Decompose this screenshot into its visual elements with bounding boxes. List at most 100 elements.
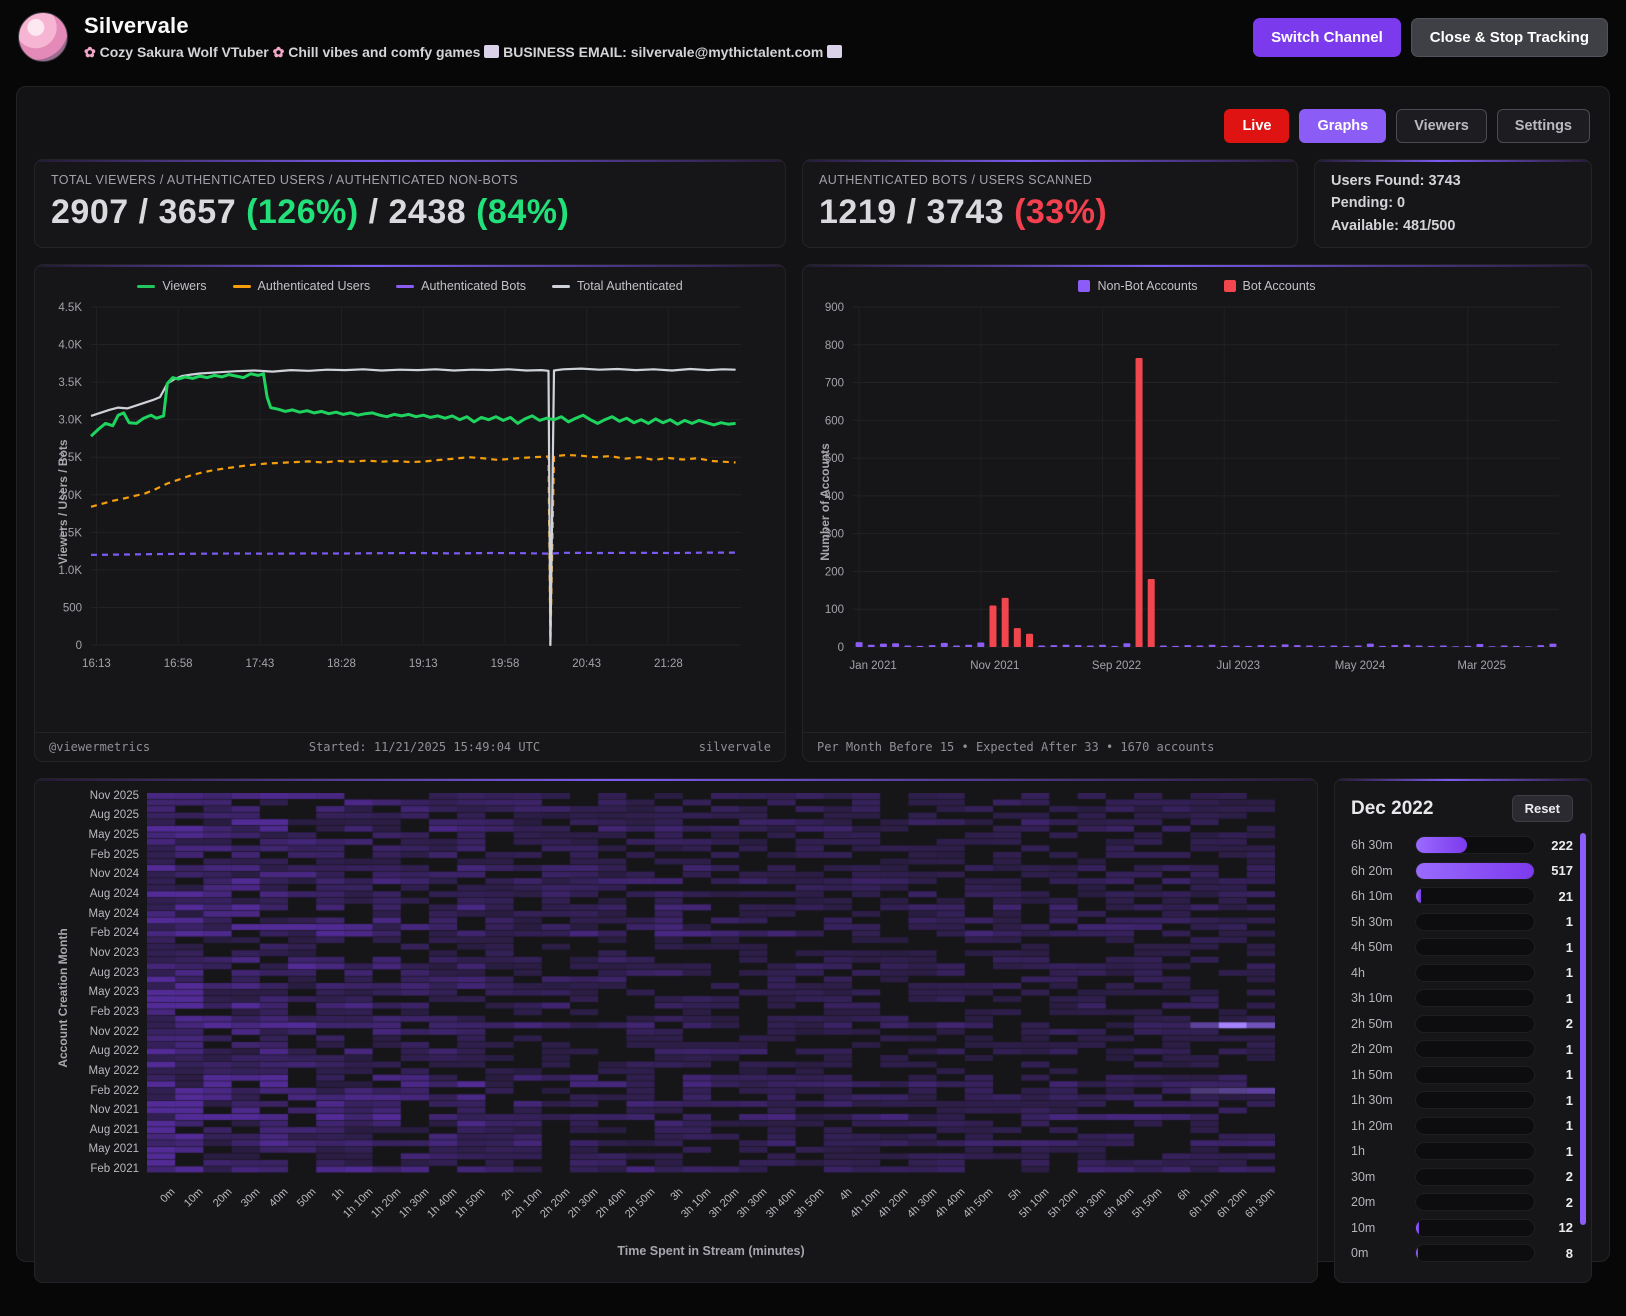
heatmap-y-tick: Feb 2023 bbox=[90, 1006, 139, 1018]
legend-label: Viewers bbox=[162, 279, 206, 293]
panel-scrollbar[interactable] bbox=[1580, 833, 1586, 1225]
duration-bar bbox=[1415, 1066, 1535, 1084]
heatmap-x-tick: 2h 30m bbox=[566, 1186, 600, 1220]
reset-button[interactable]: Reset bbox=[1512, 795, 1573, 822]
heatmap-y-tick: Nov 2021 bbox=[90, 1104, 139, 1116]
duration-label: 0m bbox=[1351, 1246, 1407, 1260]
heatmap-x-tick: 5h bbox=[1006, 1186, 1023, 1203]
legend-item[interactable]: Bot Accounts bbox=[1224, 279, 1316, 293]
tab-viewers[interactable]: Viewers bbox=[1396, 109, 1487, 143]
duration-label: 2h 50m bbox=[1351, 1017, 1407, 1031]
duration-row[interactable]: 0m8 bbox=[1351, 1244, 1573, 1262]
duration-label: 2h 20m bbox=[1351, 1042, 1407, 1056]
close-stop-tracking-button[interactable]: Close & Stop Tracking bbox=[1411, 18, 1608, 57]
duration-row[interactable]: 6h 20m517 bbox=[1351, 862, 1573, 880]
duration-bar bbox=[1415, 1244, 1535, 1262]
stats-row: TOTAL VIEWERS / AUTHENTICATED USERS / AU… bbox=[34, 159, 1592, 248]
scan-info-line: Available: 481/500 bbox=[1331, 215, 1575, 237]
duration-bar bbox=[1415, 938, 1535, 956]
tab-graphs[interactable]: Graphs bbox=[1299, 109, 1386, 143]
duration-row[interactable]: 6h 30m222 bbox=[1351, 836, 1573, 854]
footer-channel: silvervale bbox=[699, 740, 771, 754]
duration-value: 517 bbox=[1543, 863, 1573, 878]
legend-swatch-icon bbox=[1078, 280, 1090, 292]
duration-row[interactable]: 2h 50m 2 bbox=[1351, 1015, 1573, 1033]
heatmap-x-tick: 3h 30m bbox=[735, 1186, 769, 1220]
duration-value: 1 bbox=[1543, 1042, 1573, 1057]
bar-chart-svg: 0100200300400500600700800900Jan 2021Nov … bbox=[803, 295, 1571, 707]
svg-text:900: 900 bbox=[825, 302, 844, 314]
heatmap-x-tick: 0m bbox=[158, 1186, 177, 1205]
duration-value: 2 bbox=[1543, 1195, 1573, 1210]
viewer-metrics-chart-card: Viewers Authenticated Users Authenticated … bbox=[34, 264, 786, 762]
duration-label: 6h 30m bbox=[1351, 838, 1407, 852]
legend-item[interactable]: Viewers bbox=[137, 279, 206, 293]
legend-item[interactable]: Non-Bot Accounts bbox=[1078, 279, 1197, 293]
heatmap-x-tick: 3h 20m bbox=[707, 1186, 741, 1220]
heatmap-y-tick: Nov 2022 bbox=[90, 1026, 139, 1038]
legend-item[interactable]: Total Authenticated bbox=[552, 279, 683, 293]
stat-part: / 2438 bbox=[359, 193, 476, 231]
duration-label: 1h bbox=[1351, 1144, 1407, 1158]
duration-row[interactable]: 20m 2 bbox=[1351, 1193, 1573, 1211]
heatmap-x-tick: 6h 20m bbox=[1215, 1186, 1249, 1220]
duration-row[interactable]: 2h 20m 1 bbox=[1351, 1040, 1573, 1058]
duration-row[interactable]: 1h 20m 1 bbox=[1351, 1117, 1573, 1135]
duration-label: 3h 10m bbox=[1351, 991, 1407, 1005]
duration-row[interactable]: 1h 30m1 bbox=[1351, 1091, 1573, 1109]
tab-settings[interactable]: Settings bbox=[1497, 109, 1590, 143]
duration-label: 10m bbox=[1351, 1221, 1407, 1235]
heatmap-x-tick: 4h 30m bbox=[905, 1186, 939, 1220]
stat-label: TOTAL VIEWERS / AUTHENTICATED USERS / AU… bbox=[51, 173, 769, 187]
duration-bar-fill bbox=[1416, 863, 1534, 879]
duration-panel: Dec 2022 Reset 6h 30m222 6h 20m517 6h 10m2… bbox=[1334, 778, 1592, 1283]
heatmap-x-tick: 30m bbox=[239, 1186, 263, 1210]
heatmap-x-tick: 5h 40m bbox=[1102, 1186, 1136, 1220]
switch-channel-button[interactable]: Switch Channel bbox=[1253, 18, 1401, 57]
selected-month-label: Dec 2022 bbox=[1351, 798, 1433, 820]
tab-live[interactable]: Live bbox=[1224, 109, 1289, 143]
duration-label: 1h 50m bbox=[1351, 1068, 1407, 1082]
legend-item[interactable]: Authenticated Users bbox=[233, 279, 371, 293]
line-chart-legend: Viewers Authenticated Users Authenticated … bbox=[35, 265, 785, 295]
duration-row[interactable]: 6h 10m21 bbox=[1351, 887, 1573, 905]
duration-row[interactable]: 3h 10m1 bbox=[1351, 989, 1573, 1007]
channel-title: Silvervale bbox=[84, 13, 1237, 39]
legend-label: Non-Bot Accounts bbox=[1097, 279, 1197, 293]
heatmap-x-tick: 5h 50m bbox=[1130, 1186, 1164, 1220]
duration-row[interactable]: 10m12 bbox=[1351, 1219, 1573, 1237]
duration-bar bbox=[1415, 887, 1535, 905]
heatmap-y-tick: May 2025 bbox=[88, 829, 139, 841]
duration-bar bbox=[1415, 1193, 1535, 1211]
duration-label: 20m bbox=[1351, 1195, 1407, 1209]
channel-avatar[interactable] bbox=[18, 12, 68, 62]
legend-swatch-icon bbox=[552, 285, 570, 288]
svg-text:16:13: 16:13 bbox=[82, 658, 111, 670]
heatmap-x-tick: 20m bbox=[210, 1186, 234, 1210]
duration-bar bbox=[1415, 964, 1535, 982]
line-chart-svg: 05001.0K1.5K2.0K2.5K3.0K3.5K4.0K4.5K16:1… bbox=[35, 295, 753, 707]
duration-value: 1 bbox=[1543, 1067, 1573, 1082]
heatmap-y-tick: Feb 2024 bbox=[90, 927, 139, 939]
duration-row[interactable]: 1h 50m 1 bbox=[1351, 1066, 1573, 1084]
duration-value: 1 bbox=[1543, 965, 1573, 980]
duration-value: 2 bbox=[1543, 1016, 1573, 1031]
svg-text:Mar 2025: Mar 2025 bbox=[1457, 660, 1506, 672]
stat-label: AUTHENTICATED BOTS / USERS SCANNED bbox=[819, 173, 1281, 187]
heatmap-canvas[interactable] bbox=[147, 793, 1275, 1173]
bar-chart-legend: Non-Bot Accounts Bot Accounts bbox=[803, 265, 1591, 295]
legend-item[interactable]: Authenticated Bots bbox=[396, 279, 526, 293]
duration-row[interactable]: 4h 50m1 bbox=[1351, 938, 1573, 956]
duration-row[interactable]: 30m2 bbox=[1351, 1168, 1573, 1186]
duration-row[interactable]: 5h 30m1 bbox=[1351, 913, 1573, 931]
svg-text:Sep 2022: Sep 2022 bbox=[1092, 660, 1141, 672]
duration-rows: 6h 30m222 6h 20m517 6h 10m21 5h 30m1 4h 50m1… bbox=[1351, 836, 1573, 1283]
duration-row[interactable]: 4h1 bbox=[1351, 964, 1573, 982]
heatmap-grid: Account Creation Month Nov 2025Aug 2025M… bbox=[45, 793, 1299, 1258]
duration-value: 1 bbox=[1543, 1118, 1573, 1133]
duration-label: 1h 20m bbox=[1351, 1119, 1407, 1133]
duration-bar-fill bbox=[1416, 1220, 1419, 1236]
tab-row: Live Graphs Viewers Settings bbox=[34, 103, 1592, 159]
heatmap-x-tick: 4h 10m bbox=[848, 1186, 882, 1220]
duration-row[interactable]: 1h1 bbox=[1351, 1142, 1573, 1160]
